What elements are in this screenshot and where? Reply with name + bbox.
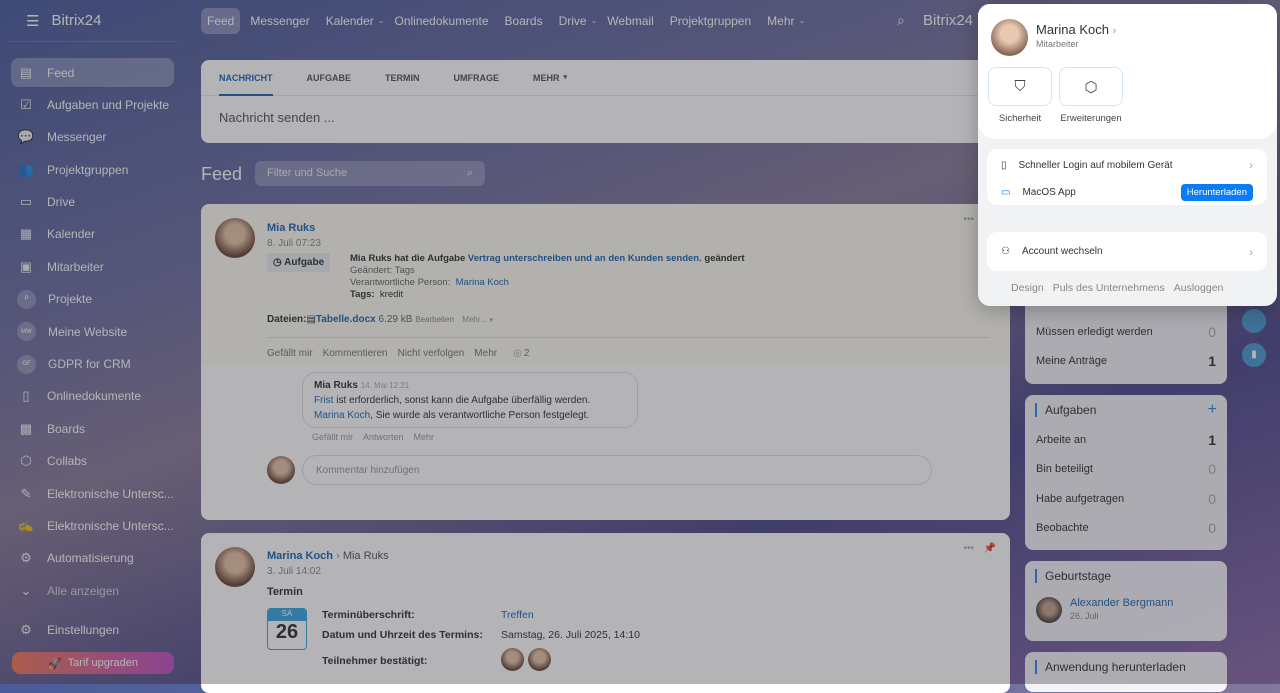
popup-footer: Design Puls des Unternehmens Ausloggen [1011, 282, 1223, 294]
extensions-button[interactable]: ⬡ [1059, 67, 1123, 106]
phone-icon: ▯ [1001, 159, 1007, 171]
footer-link-puls-des-unternehmens[interactable]: Puls des Unternehmens [1053, 282, 1165, 294]
mobile-login-item[interactable]: ▯ Schneller Login auf mobilem Gerät › [987, 151, 1267, 179]
profile-popup: Marina Koch › Mitarbeiter ⛉ ⬡ Sicherheit… [978, 4, 1277, 306]
profile-name: Marina Koch [1036, 22, 1109, 37]
switch-account-item[interactable]: ⚇ Account wechseln › [987, 232, 1267, 271]
macos-item: ▭ MacOS App Herunterladen [987, 179, 1267, 205]
item-label: Schneller Login auf mobilem Gerät [1018, 159, 1173, 171]
footer-link-ausloggen[interactable]: Ausloggen [1174, 282, 1224, 294]
accounts-icon: ⚇ [1001, 246, 1010, 257]
security-button[interactable]: ⛉ [988, 67, 1052, 106]
chevron-right-icon: › [1112, 25, 1117, 37]
security-label: Sicherheit [998, 113, 1042, 124]
monitor-icon: ▭ [1001, 186, 1011, 198]
profile-role: Mitarbeiter [1036, 39, 1079, 49]
footer-link-design[interactable]: Design [1011, 282, 1044, 294]
item-label: MacOS App [1022, 186, 1076, 198]
shield-icon: ⛉ [1014, 78, 1026, 95]
item-label: Account wechseln [1021, 246, 1103, 257]
extensions-label: Erweiterungen [1060, 113, 1122, 124]
chevron-right-icon: › [1249, 158, 1253, 172]
chevron-right-icon: › [1249, 244, 1253, 259]
profile-avatar[interactable] [991, 19, 1028, 56]
download-button[interactable]: Herunterladen [1180, 183, 1253, 201]
apps-section: ▯ Schneller Login auf mobilem Gerät › ▭ Mac… [987, 149, 1267, 205]
box-icon: ⬡ [1084, 78, 1098, 96]
profile-name-link[interactable]: Marina Koch › [1036, 22, 1116, 37]
